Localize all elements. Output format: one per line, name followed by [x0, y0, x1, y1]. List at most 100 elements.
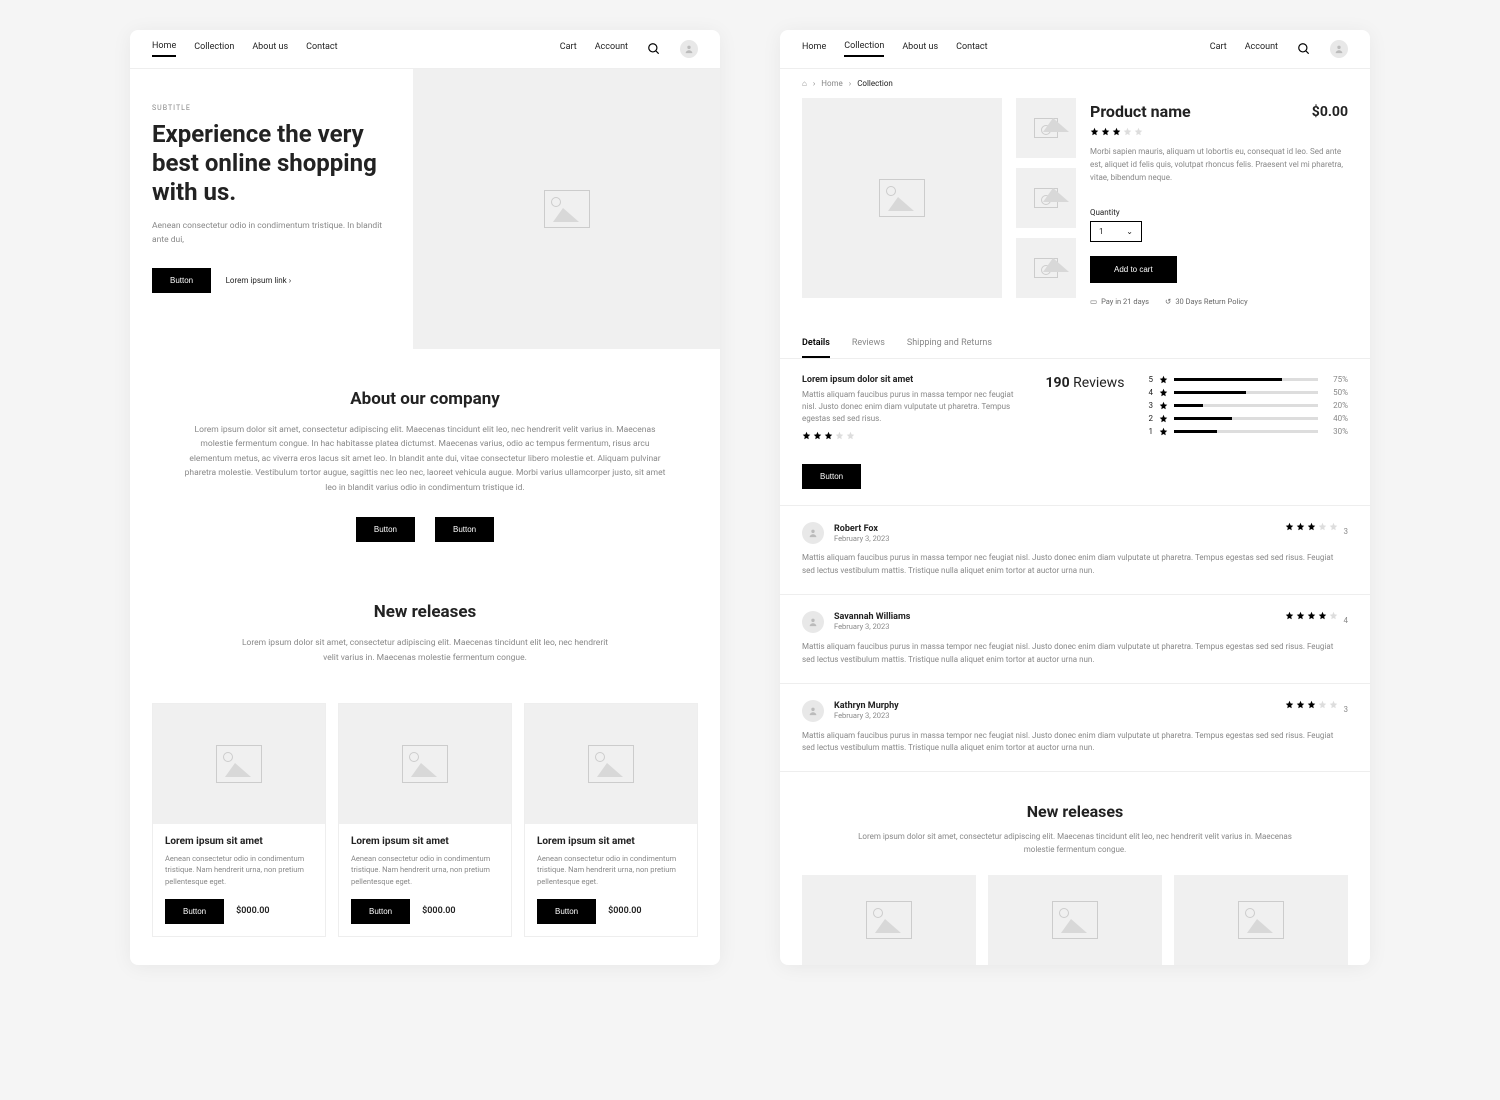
- product-rating: [1090, 127, 1348, 136]
- quantity-label: Quantity: [1090, 208, 1348, 217]
- card-title: Lorem ipsum sit amet: [165, 836, 313, 847]
- nav-account[interactable]: Account: [1245, 42, 1278, 56]
- nav-about[interactable]: About us: [252, 42, 288, 56]
- review-text: Mattis aliquam faucibus purus in massa t…: [802, 730, 1348, 756]
- review-date: February 3, 2023: [834, 711, 899, 720]
- product-cards: Lorem ipsum sit amet Aenean consectetur o…: [130, 703, 720, 943]
- image-placeholder-icon: [1238, 901, 1284, 939]
- hero-button[interactable]: Button: [152, 268, 211, 293]
- details-text: Mattis aliquam faucibus purus in massa t…: [802, 389, 1022, 425]
- image-placeholder-icon: [1034, 188, 1058, 208]
- release-thumb[interactable]: [988, 875, 1162, 965]
- add-to-cart-button[interactable]: Add to cart: [1090, 256, 1177, 283]
- about-desc: Lorem ipsum dolor sit amet, consectetur …: [180, 423, 670, 495]
- image-placeholder-icon: [1052, 901, 1098, 939]
- about-button-2[interactable]: Button: [435, 517, 494, 542]
- card-button[interactable]: Button: [537, 899, 596, 924]
- about-button-1[interactable]: Button: [356, 517, 415, 542]
- product-card[interactable]: Lorem ipsum sit ametAenean consectetur o…: [338, 703, 512, 937]
- release-thumb[interactable]: [802, 875, 976, 965]
- details-panel: Lorem ipsum dolor sit amet Mattis aliqua…: [780, 359, 1370, 506]
- top-nav: Home Collection About us Contact Cart Ac…: [130, 30, 720, 69]
- hero-subtitle: SUBTITLE: [152, 104, 391, 112]
- product-price: $0.00: [1312, 104, 1348, 120]
- product-card[interactable]: Lorem ipsum sit amet Aenean consectetur o…: [152, 703, 326, 937]
- hero-title: Experience the very best online shopping…: [152, 120, 391, 206]
- nav-contact[interactable]: Contact: [306, 42, 337, 56]
- product-main-image[interactable]: [802, 98, 1002, 298]
- nav-home[interactable]: Home: [152, 41, 176, 57]
- hero: SUBTITLE Experience the very best online…: [130, 69, 720, 349]
- top-nav: Home Collection About us Contact Cart Ac…: [780, 30, 1370, 69]
- thumbnail[interactable]: [1016, 238, 1076, 298]
- home-icon[interactable]: ⌂: [802, 79, 807, 88]
- review-text: Mattis aliquam faucibus purus in massa t…: [802, 641, 1348, 667]
- product-detail: Product name $0.00 Morbi sapien mauris, …: [780, 98, 1370, 324]
- review-rating: 3: [1285, 700, 1349, 719]
- rating-bar: 320%: [1148, 401, 1348, 410]
- card-button[interactable]: Button: [165, 899, 224, 924]
- avatar-icon[interactable]: [1330, 40, 1348, 58]
- breadcrumb-home[interactable]: Home: [821, 79, 843, 88]
- new-releases-desc: Lorem ipsum dolor sit amet, consectetur …: [802, 831, 1348, 857]
- rating-bar: 450%: [1148, 388, 1348, 397]
- rating-breakdown: 575%450%320%240%130%: [1148, 375, 1348, 489]
- nav-cart[interactable]: Cart: [560, 42, 577, 56]
- card-button[interactable]: Button: [351, 899, 410, 924]
- chevron-right-icon: ›: [813, 79, 815, 88]
- reviews-list: Robert FoxFebruary 3, 20233Mattis aliqua…: [780, 506, 1370, 772]
- new-releases-title: New releases: [802, 802, 1348, 821]
- review-rating: 3: [1285, 522, 1349, 541]
- product-page: Home Collection About us Contact Cart Ac…: [780, 30, 1370, 965]
- details-button[interactable]: Button: [802, 464, 861, 489]
- avatar-icon: [802, 700, 824, 722]
- hero-link[interactable]: Lorem ipsum link ›: [226, 276, 291, 285]
- card-image: [339, 704, 511, 824]
- nav-collection[interactable]: Collection: [844, 41, 884, 57]
- search-icon[interactable]: [646, 41, 662, 57]
- release-thumb[interactable]: [1174, 875, 1348, 965]
- tab-details[interactable]: Details: [802, 330, 830, 358]
- chevron-down-icon: ⌄: [1126, 227, 1133, 236]
- review-item: Robert FoxFebruary 3, 20233Mattis aliqua…: [780, 506, 1370, 595]
- rating-bar: 240%: [1148, 414, 1348, 423]
- review-item: Kathryn MurphyFebruary 3, 20233Mattis al…: [780, 684, 1370, 773]
- about-title: About our company: [180, 389, 670, 409]
- hero-image: [413, 69, 720, 349]
- card-desc: Aenean consectetur odio in condimentum t…: [537, 853, 685, 887]
- nav-about[interactable]: About us: [902, 42, 938, 56]
- tab-shipping[interactable]: Shipping and Returns: [907, 330, 992, 358]
- nav-collection[interactable]: Collection: [194, 42, 234, 56]
- product-desc: Morbi sapien mauris, aliquam ut lobortis…: [1090, 146, 1348, 184]
- nav-cart[interactable]: Cart: [1210, 42, 1227, 56]
- avatar-icon: [802, 522, 824, 544]
- releases-title: New releases: [180, 602, 670, 622]
- thumbnail[interactable]: [1016, 98, 1076, 158]
- review-date: February 3, 2023: [834, 534, 889, 543]
- nav-contact[interactable]: Contact: [956, 42, 987, 56]
- return-policy: ↺30 Days Return Policy: [1165, 297, 1248, 306]
- nav-account[interactable]: Account: [595, 42, 628, 56]
- product-card[interactable]: Lorem ipsum sit ametAenean consectetur o…: [524, 703, 698, 937]
- card-price: $000.00: [608, 906, 641, 916]
- tab-reviews[interactable]: Reviews: [852, 330, 885, 358]
- nav-home[interactable]: Home: [802, 42, 826, 56]
- card-desc: Aenean consectetur odio in condimentum t…: [351, 853, 499, 887]
- avatar-icon: [802, 611, 824, 633]
- search-icon[interactable]: [1296, 41, 1312, 57]
- rating-bar: 130%: [1148, 427, 1348, 436]
- card-image: [153, 704, 325, 824]
- image-placeholder-icon: [544, 190, 590, 228]
- thumbnail-list: [1016, 98, 1076, 306]
- quantity-select[interactable]: 1 ⌄: [1090, 221, 1142, 242]
- card-desc: Aenean consectetur odio in condimentum t…: [165, 853, 313, 887]
- releases-desc: Lorem ipsum dolor sit amet, consectetur …: [180, 636, 670, 665]
- chevron-right-icon: ›: [849, 79, 851, 88]
- refresh-icon: ↺: [1165, 297, 1171, 306]
- releases-section: New releases Lorem ipsum dolor sit amet,…: [130, 582, 720, 703]
- avatar-icon[interactable]: [680, 40, 698, 58]
- reviewer-name: Robert Fox: [834, 524, 889, 534]
- thumbnail[interactable]: [1016, 168, 1076, 228]
- image-placeholder-icon: [588, 745, 634, 783]
- card-price: $000.00: [422, 906, 455, 916]
